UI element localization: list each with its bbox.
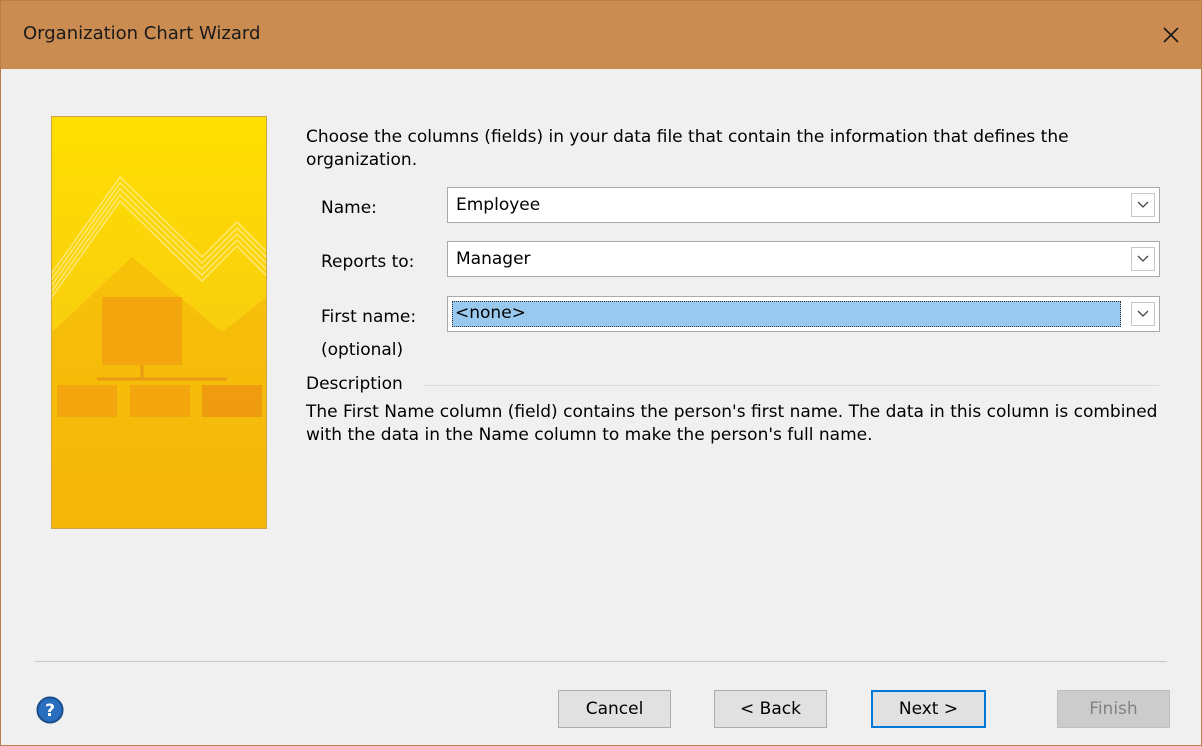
first-name-dropdown[interactable]: <none> (447, 296, 1160, 332)
chevron-down-icon (1137, 201, 1149, 208)
instructions-text: Choose the columns (fields) in your data… (306, 127, 1069, 170)
reports-to-dropdown-value: Manager (456, 249, 531, 269)
cancel-button[interactable]: Cancel (558, 690, 671, 728)
first-name-dropdown-arrow[interactable] (1131, 302, 1155, 326)
finish-button[interactable]: Finish (1057, 690, 1170, 728)
window-title: Organization Chart Wizard (23, 23, 261, 44)
title-bar: Organization Chart Wizard (1, 1, 1201, 69)
svg-text:?: ? (45, 701, 55, 721)
next-button[interactable]: Next > (871, 690, 986, 728)
org-chart-illustration (51, 116, 267, 529)
name-label: Name: (321, 198, 377, 218)
first-name-label: First name: (321, 307, 417, 327)
reports-to-dropdown[interactable]: Manager (447, 241, 1160, 277)
back-button[interactable]: < Back (714, 690, 827, 728)
description-text: The First Name column (field) contains t… (306, 402, 1158, 445)
reports-to-dropdown-arrow[interactable] (1131, 247, 1155, 271)
description-heading: Description (306, 374, 403, 394)
first-name-optional-label: (optional) (321, 340, 404, 360)
first-name-dropdown-value: <none> (452, 301, 1121, 327)
description-divider (423, 385, 1159, 386)
help-button[interactable]: ? (36, 696, 64, 724)
close-icon (1163, 27, 1179, 43)
name-dropdown[interactable]: Employee (447, 187, 1160, 223)
help-icon: ? (36, 696, 64, 724)
wizard-window: Organization Chart Wizard Choose the col… (0, 0, 1202, 746)
reports-to-label: Reports to: (321, 252, 415, 272)
close-button[interactable] (1141, 1, 1201, 69)
footer-separator (35, 661, 1167, 662)
name-dropdown-value: Employee (456, 195, 541, 215)
chevron-down-icon (1137, 310, 1149, 317)
chevron-down-icon (1137, 255, 1149, 262)
name-dropdown-arrow[interactable] (1131, 193, 1155, 217)
